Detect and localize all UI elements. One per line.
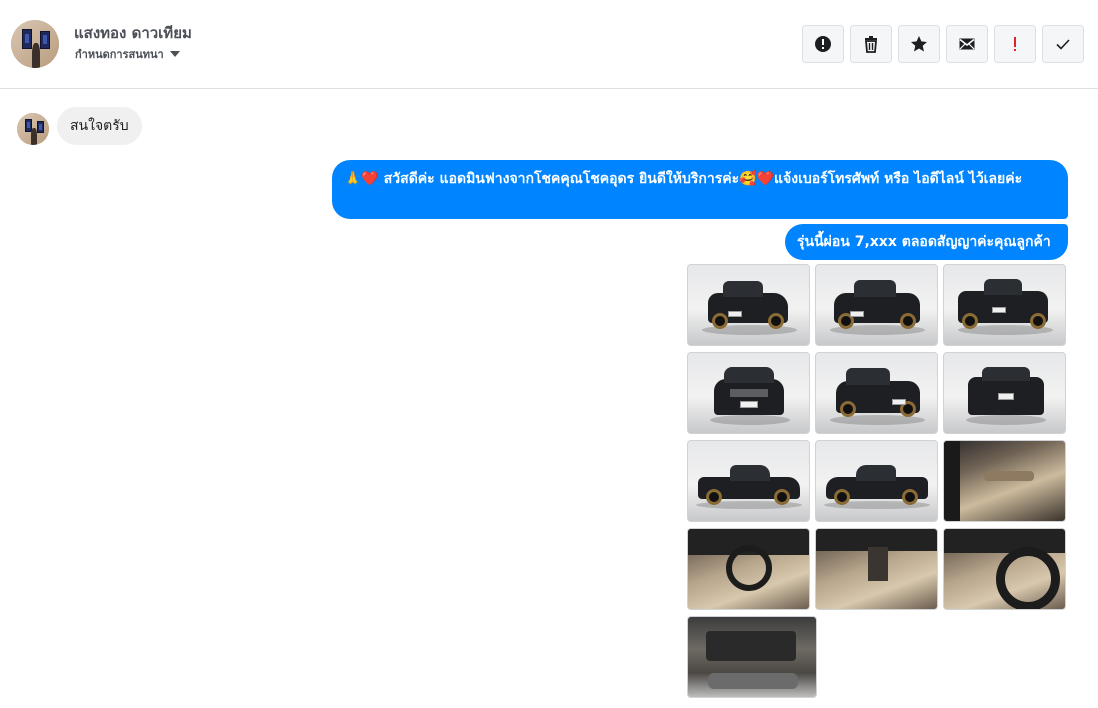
- car-photo-rear-angle[interactable]: [943, 264, 1066, 346]
- delete-button[interactable]: [850, 25, 892, 63]
- car-photo-steering-wheel[interactable]: [943, 528, 1066, 610]
- contact-avatar[interactable]: [11, 20, 59, 68]
- prayer-heart-emoji: 🙏❤️: [344, 171, 379, 187]
- outgoing-message[interactable]: 🙏❤️ สวัสดีค่ะ แอดมินฟางจากโชคคุณโชคอุดร …: [332, 160, 1068, 219]
- car-photo-door-panel[interactable]: [943, 440, 1066, 522]
- sender-avatar[interactable]: [17, 113, 49, 145]
- exclamation-icon: [1014, 37, 1016, 51]
- mark-done-button[interactable]: [1042, 25, 1084, 63]
- car-photo-front-left[interactable]: [687, 264, 810, 346]
- car-photo-dashboard[interactable]: [687, 528, 810, 610]
- star-button[interactable]: [898, 25, 940, 63]
- message-text: สวัสดีค่ะ แอดมินฟางจากโชคคุณโชคอุดร ยินด…: [378, 171, 740, 187]
- action-toolbar: [802, 25, 1084, 63]
- car-photo-rear[interactable]: [943, 352, 1066, 434]
- mail-icon: [959, 38, 975, 50]
- spam-icon: [815, 36, 831, 52]
- car-photo-front-angle[interactable]: [815, 264, 938, 346]
- important-button[interactable]: [994, 25, 1036, 63]
- caret-down-icon: [169, 51, 180, 57]
- spam-button[interactable]: [802, 25, 844, 63]
- conversation-header: แสงทอง ดาวเทียม กำหนดการสนทนา: [0, 0, 1098, 89]
- car-photo-interior[interactable]: [815, 528, 938, 610]
- car-photo-side-right[interactable]: [687, 440, 810, 522]
- contact-name[interactable]: แสงทอง ดาวเทียม: [74, 21, 192, 45]
- outgoing-message[interactable]: รุ่นนี้ผ่อน 7,xxx ตลอดสัญญาค่ะคุณลูกค้า: [785, 224, 1068, 260]
- car-photo-side-left[interactable]: [815, 440, 938, 522]
- trash-icon: [865, 36, 877, 53]
- car-photo-front[interactable]: [687, 352, 810, 434]
- check-icon: [1056, 39, 1070, 50]
- star-icon: [911, 36, 927, 52]
- conversation-settings-label: กำหนดการสนทนา: [75, 48, 164, 61]
- incoming-message[interactable]: สนใจตรับ: [57, 107, 142, 145]
- car-photo-front-right[interactable]: [815, 352, 938, 434]
- smiling-heart-emoji: 🥰❤️: [739, 171, 774, 187]
- message-text: แจ้งเบอร์โทรศัพท์ หรือ ไอดีไลน์ ไว้เลยค่…: [774, 171, 1023, 187]
- car-photo-engine[interactable]: [687, 616, 817, 698]
- conversation-settings-dropdown[interactable]: กำหนดการสนทนา: [75, 45, 180, 63]
- mark-unread-button[interactable]: [946, 25, 988, 63]
